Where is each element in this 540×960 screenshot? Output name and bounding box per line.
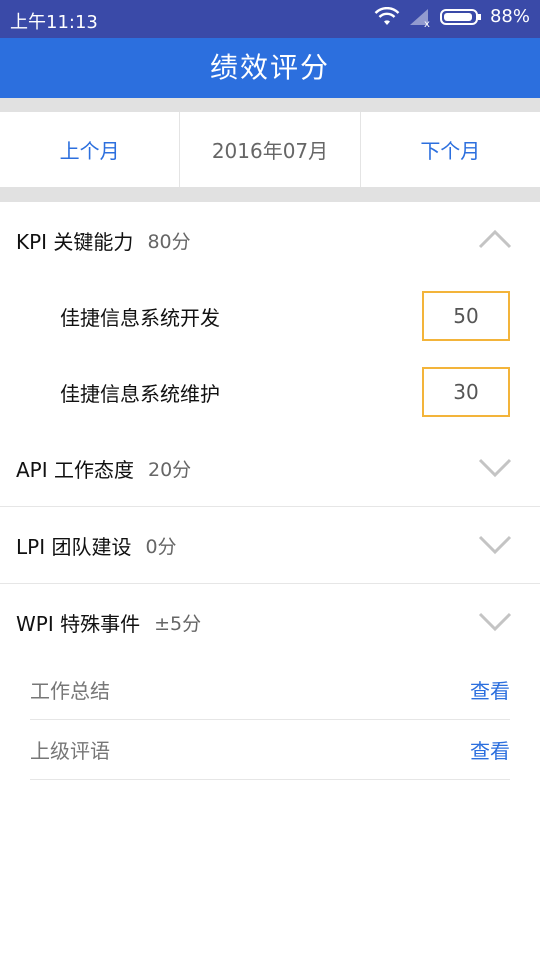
score-input[interactable]: 30 — [422, 367, 510, 417]
comment-row: 上级评语 查看 — [30, 720, 510, 780]
status-bar: 上午11:13 x 88% — [0, 0, 540, 38]
section-score: 20分 — [148, 458, 192, 481]
battery-icon — [439, 8, 482, 26]
section-score: ±5分 — [154, 612, 202, 635]
view-summary-link[interactable]: 查看 — [470, 675, 510, 704]
chevron-up-icon[interactable] — [478, 228, 512, 254]
section-api[interactable]: API 工作态度 20分 — [0, 430, 540, 506]
status-icons: x 88% — [374, 6, 530, 27]
kpi-item: 佳捷信息系统维护 30 — [0, 354, 540, 430]
svg-text:x: x — [424, 19, 430, 27]
kpi-item-label: 佳捷信息系统开发 — [60, 305, 220, 330]
spacer — [0, 187, 540, 202]
chevron-down-icon[interactable] — [478, 456, 512, 482]
wifi-icon — [374, 6, 400, 27]
next-month-button[interactable]: 下个月 — [361, 112, 540, 187]
prev-month-button[interactable]: 上个月 — [0, 112, 179, 187]
score-list: KPI 关键能力 80分 佳捷信息系统开发 50 佳捷信息系统维护 30 API… — [0, 202, 540, 780]
section-name: WPI 特殊事件 — [16, 611, 141, 636]
section-kpi[interactable]: KPI 关键能力 80分 — [0, 202, 540, 278]
section-wpi[interactable]: WPI 特殊事件 ±5分 — [0, 584, 540, 660]
app-bar: 绩效评分 — [0, 38, 540, 98]
view-comment-link[interactable]: 查看 — [470, 735, 510, 764]
chevron-down-icon[interactable] — [478, 610, 512, 636]
kpi-item-label: 佳捷信息系统维护 — [60, 381, 220, 406]
battery-percent: 88% — [489, 6, 530, 27]
status-time: 上午11:13 — [10, 12, 98, 33]
chevron-down-icon[interactable] — [478, 533, 512, 559]
section-score: 0分 — [145, 535, 177, 558]
signal-icon: x — [408, 7, 432, 27]
section-name: KPI 关键能力 — [16, 229, 134, 254]
month-navigation: 上个月 2016年07月 下个月 — [0, 112, 540, 187]
section-name: API 工作态度 — [16, 457, 134, 482]
score-input[interactable]: 50 — [422, 291, 510, 341]
kpi-item: 佳捷信息系统开发 50 — [0, 278, 540, 354]
section-name: LPI 团队建设 — [16, 534, 132, 559]
section-lpi[interactable]: LPI 团队建设 0分 — [0, 507, 540, 583]
row-label: 上级评语 — [30, 739, 110, 763]
summary-row: 工作总结 查看 — [30, 660, 510, 720]
spacer — [0, 98, 540, 112]
page-title: 绩效评分 — [209, 51, 330, 84]
current-month-label: 2016年07月 — [179, 112, 361, 187]
section-score: 80分 — [147, 230, 191, 253]
row-label: 工作总结 — [30, 679, 110, 703]
